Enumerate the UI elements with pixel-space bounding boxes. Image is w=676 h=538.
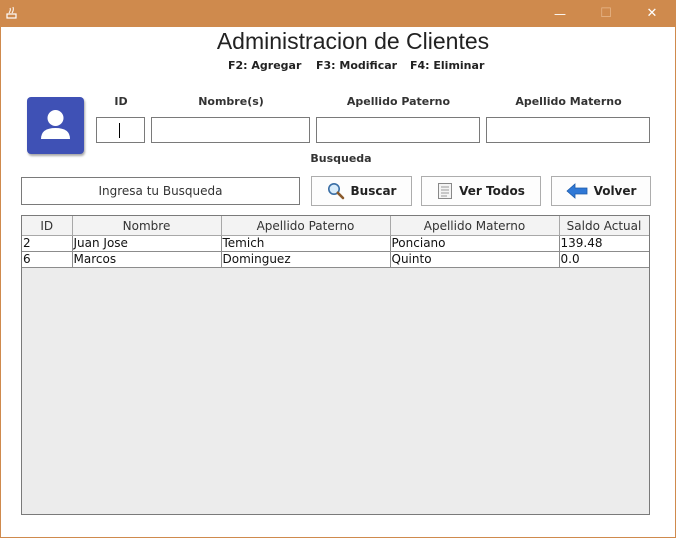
cell-id: 2 xyxy=(22,235,73,252)
column-header-saldo-actual[interactable]: Saldo Actual xyxy=(559,216,649,236)
cell-saldo-actual: 0.0 xyxy=(559,251,649,268)
ver-todos-label: Ver Todos xyxy=(459,184,525,198)
busqueda-label: Busqueda xyxy=(310,152,372,165)
cell-apellido-materno: Ponciano xyxy=(390,235,560,252)
cell-apellido-paterno: Dominguez xyxy=(221,251,391,268)
search-placeholder: Ingresa tu Busqueda xyxy=(98,184,223,198)
page-title: Administracion de Clientes xyxy=(216,28,490,54)
column-header-apellido-materno[interactable]: Apellido Materno xyxy=(390,216,560,236)
table-row[interactable]: 2 Juan Jose Temich Ponciano 139.48 xyxy=(22,235,649,252)
java-icon xyxy=(6,6,17,19)
title-bar[interactable]: — ☐ ✕ xyxy=(0,0,676,27)
client-area: Administracion de Clientes F2: Agregar F… xyxy=(1,27,675,537)
nombre-field[interactable] xyxy=(151,117,310,143)
apellido-materno-field[interactable] xyxy=(486,117,650,143)
clients-table[interactable]: ID Nombre Apellido Paterno Apellido Mate… xyxy=(21,215,650,515)
shortcut-eliminar: F4: Eliminar xyxy=(410,59,485,72)
id-label: ID xyxy=(114,95,128,108)
cell-id: 6 xyxy=(22,251,73,268)
maximize-button[interactable]: ☐ xyxy=(583,0,629,27)
id-field[interactable] xyxy=(96,117,145,143)
shortcut-agregar: F2: Agregar xyxy=(228,59,302,72)
magnifier-icon xyxy=(327,183,344,200)
table-row[interactable]: 6 Marcos Dominguez Quinto 0.0 xyxy=(22,251,649,268)
cell-apellido-materno: Quinto xyxy=(390,251,560,268)
application-window: — ☐ ✕ Administracion de Clientes F2: Agr… xyxy=(0,0,676,538)
cell-saldo-actual: 139.48 xyxy=(559,235,649,252)
nombre-label: Nombre(s) xyxy=(198,95,264,108)
column-header-id[interactable]: ID xyxy=(22,216,73,236)
minimize-button[interactable]: — xyxy=(537,0,583,27)
apellido-paterno-field[interactable] xyxy=(316,117,480,143)
volver-label: Volver xyxy=(593,184,637,198)
apellido-materno-label: Apellido Materno xyxy=(515,95,622,108)
document-icon xyxy=(438,183,453,199)
back-arrow-icon xyxy=(565,183,587,199)
close-button[interactable]: ✕ xyxy=(629,0,675,27)
volver-button[interactable]: Volver xyxy=(551,176,651,206)
avatar xyxy=(27,97,84,154)
table-header-row: ID Nombre Apellido Paterno Apellido Mate… xyxy=(22,216,649,236)
apellido-paterno-label: Apellido Paterno xyxy=(346,95,451,108)
user-icon xyxy=(41,110,70,139)
maximize-icon: ☐ xyxy=(600,6,612,21)
cell-nombre: Juan Jose xyxy=(72,235,222,252)
buscar-button[interactable]: Buscar xyxy=(311,176,412,206)
buscar-label: Buscar xyxy=(350,184,397,198)
column-header-nombre[interactable]: Nombre xyxy=(72,216,222,236)
close-icon: ✕ xyxy=(646,6,658,21)
ver-todos-button[interactable]: Ver Todos xyxy=(421,176,541,206)
search-input[interactable]: Ingresa tu Busqueda xyxy=(21,177,300,205)
column-header-apellido-paterno[interactable]: Apellido Paterno xyxy=(221,216,391,236)
cell-apellido-paterno: Temich xyxy=(221,235,391,252)
cell-nombre: Marcos xyxy=(72,251,222,268)
shortcut-modificar: F3: Modificar xyxy=(316,59,398,72)
text-caret xyxy=(119,123,120,138)
minimize-icon: — xyxy=(554,6,566,21)
